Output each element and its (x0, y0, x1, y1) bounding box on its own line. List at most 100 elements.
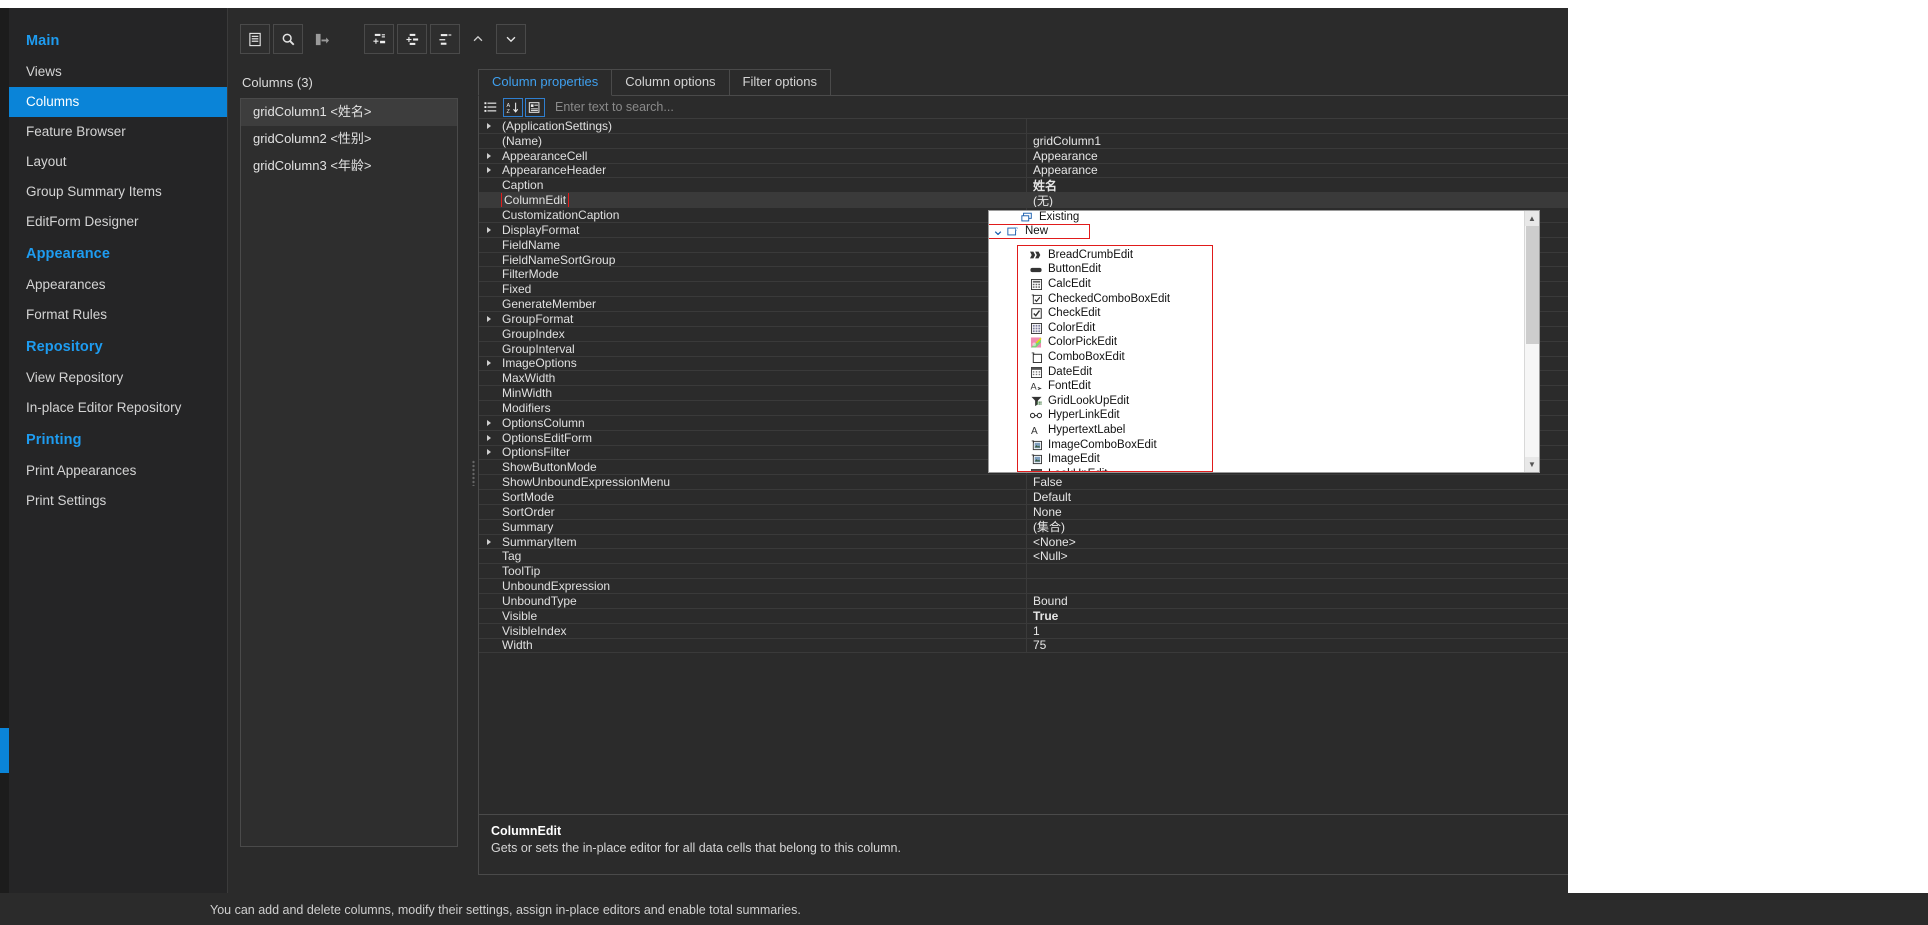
expand-triangle-icon[interactable] (479, 149, 499, 163)
property-name-cell[interactable]: SortMode (499, 490, 1027, 504)
expand-triangle-icon[interactable] (479, 119, 499, 133)
add-column-button[interactable] (364, 24, 394, 54)
tab-filter-options[interactable]: Filter options (728, 69, 831, 95)
expand-triangle-icon[interactable] (479, 164, 499, 178)
property-name-cell[interactable]: MaxWidth (499, 371, 1027, 386)
dropdown-root-item-existing[interactable]: Existing (989, 211, 1524, 225)
property-name-cell[interactable]: MinWidth (499, 386, 1027, 401)
sidebar-item-layout[interactable]: Layout (0, 147, 227, 177)
expand-triangle-icon[interactable] (479, 357, 499, 371)
expand-triangle-icon[interactable] (479, 312, 499, 326)
editor-type-item[interactable]: ImageComboBoxEdit (1018, 438, 1212, 453)
property-name-cell[interactable]: SummaryItem (499, 534, 1027, 549)
sidebar-item-print-settings[interactable]: Print Settings (0, 486, 227, 516)
list-item[interactable]: gridColumn3 <年龄> (241, 153, 457, 180)
editor-type-item[interactable]: ColorEdit (1018, 321, 1212, 336)
editor-type-item[interactable]: DateEdit (1018, 365, 1212, 380)
property-name-cell[interactable]: AppearanceHeader (499, 163, 1027, 178)
property-name-cell[interactable]: UnboundExpression (499, 579, 1027, 593)
property-name-cell[interactable]: SortOrder (499, 504, 1027, 519)
property-name-cell[interactable]: GroupIndex (499, 326, 1027, 341)
property-name-cell[interactable]: FilterMode (499, 267, 1027, 282)
panel-splitter[interactable] (468, 70, 478, 875)
property-name-cell[interactable]: Width (499, 638, 1027, 653)
editor-type-item[interactable]: CalcEdit (1018, 277, 1212, 292)
property-name-cell[interactable]: Tag (499, 549, 1027, 564)
property-name-cell[interactable]: OptionsColumn (499, 415, 1027, 430)
sidebar-item-view-repository[interactable]: View Repository (0, 363, 227, 393)
editor-type-item[interactable]: BreadCrumbEdit (1018, 248, 1212, 263)
property-name-cell[interactable]: (ApplicationSettings) (499, 119, 1027, 133)
expand-triangle-icon[interactable] (479, 223, 499, 237)
editor-type-item[interactable]: CheckedComboBoxEdit (1018, 292, 1212, 307)
property-name-cell[interactable]: GroupFormat (499, 311, 1027, 326)
property-name-cell[interactable]: UnboundType (499, 594, 1027, 608)
list-item[interactable]: gridColumn2 <性别> (241, 126, 457, 153)
editor-type-item[interactable]: LookUpEdit (1018, 467, 1212, 471)
scroll-track[interactable] (1524, 226, 1539, 457)
expand-triangle-icon[interactable] (479, 535, 499, 549)
editor-type-item[interactable]: ButtonEdit (1018, 263, 1212, 278)
editor-type-item[interactable]: HyperLinkEdit (1018, 409, 1212, 424)
editor-type-item[interactable]: GridLookUpEdit (1018, 394, 1212, 409)
editor-type-list[interactable]: BreadCrumbEdit ButtonEdit CalcEdit CheckedC… (1017, 245, 1213, 472)
property-name-cell[interactable]: ImageOptions (499, 356, 1027, 371)
property-name-cell[interactable]: ShowButtonMode (499, 460, 1027, 475)
property-name-cell[interactable]: (Name) (499, 133, 1027, 148)
sidebar-item-views[interactable]: Views (0, 57, 227, 87)
dropdown-scrollbar[interactable]: ▲ ▼ (1524, 211, 1539, 472)
property-name-cell[interactable]: VisibleIndex (499, 623, 1027, 638)
editor-type-item[interactable]: CheckEdit (1018, 306, 1212, 321)
property-name-cell[interactable]: AppearanceCell (499, 148, 1027, 163)
tab-column-options[interactable]: Column options (611, 69, 730, 95)
retrieve-fields-button[interactable] (240, 24, 270, 54)
sidebar-item-group-summary-items[interactable]: Group Summary Items (0, 177, 227, 207)
expand-triangle-icon[interactable] (479, 431, 499, 445)
tab-column-properties[interactable]: Column properties (478, 69, 613, 96)
property-name-cell[interactable]: Summary (499, 519, 1027, 534)
property-name-cell[interactable]: FieldNameSortGroup (499, 252, 1027, 267)
editor-type-item[interactable]: ComboBoxEdit (1018, 350, 1212, 365)
property-name-cell[interactable]: Visible (499, 608, 1027, 623)
search-button[interactable] (273, 24, 303, 54)
delete-column-button[interactable] (430, 24, 460, 54)
editor-type-item[interactable]: ImageEdit (1018, 452, 1212, 467)
property-name-cell[interactable]: OptionsEditForm (499, 430, 1027, 445)
expand-triangle-icon[interactable] (479, 416, 499, 430)
scroll-thumb[interactable] (1525, 226, 1539, 344)
sidebar-item-feature-browser[interactable]: Feature Browser (0, 117, 227, 147)
property-name-cell[interactable]: GenerateMember (499, 297, 1027, 311)
sidebar-item-format-rules[interactable]: Format Rules (0, 300, 227, 330)
property-name-cell[interactable]: ToolTip (499, 564, 1027, 579)
sidebar-item-columns[interactable]: Columns (0, 87, 227, 117)
property-name-cell[interactable]: FieldName (499, 237, 1027, 252)
property-name-cell[interactable]: GroupInterval (499, 341, 1027, 356)
property-name-cell[interactable]: Modifiers (499, 401, 1027, 415)
sidebar-item-in-place-editor-repository[interactable]: In-place Editor Repository (0, 393, 227, 423)
insert-column-button[interactable] (397, 24, 427, 54)
expand-triangle-icon[interactable] (479, 446, 499, 460)
sidebar-item-editform-designer[interactable]: EditForm Designer (0, 207, 227, 237)
property-name-cell[interactable]: DisplayFormat (499, 222, 1027, 237)
columns-list[interactable]: gridColumn1 <姓名> gridColumn2 <性别> gridColu… (240, 98, 458, 847)
scroll-up-button[interactable]: ▲ (1524, 211, 1539, 226)
editor-type-item[interactable]: A HypertextLabel (1018, 423, 1212, 438)
populate-columns-button[interactable] (306, 24, 336, 54)
scroll-down-button[interactable]: ▼ (1524, 457, 1539, 472)
move-up-button[interactable] (463, 24, 493, 54)
editor-type-item[interactable]: A FontEdit (1018, 379, 1212, 394)
property-name-cell[interactable]: OptionsFilter (499, 445, 1027, 460)
categorized-icon[interactable] (481, 98, 501, 117)
sidebar-item-appearances[interactable]: Appearances (0, 270, 227, 300)
move-down-button[interactable] (496, 24, 526, 54)
list-item[interactable]: gridColumn1 <姓名> (241, 99, 457, 126)
property-pages-icon[interactable] (525, 97, 545, 117)
property-name-cell[interactable]: ShowUnboundExpressionMenu (499, 475, 1027, 490)
property-name-cell[interactable]: CustomizationCaption (499, 208, 1027, 222)
dropdown-root-item-new[interactable]: ⌄ New (989, 223, 1090, 239)
sidebar-item-print-appearances[interactable]: Print Appearances (0, 456, 227, 486)
alphabetical-sort-icon[interactable]: AZ (503, 97, 523, 117)
property-name-cell[interactable]: ColumnEdit (499, 193, 1027, 208)
editor-type-item[interactable]: ColorPickEdit (1018, 336, 1212, 351)
property-name-cell[interactable]: Caption (499, 178, 1027, 193)
